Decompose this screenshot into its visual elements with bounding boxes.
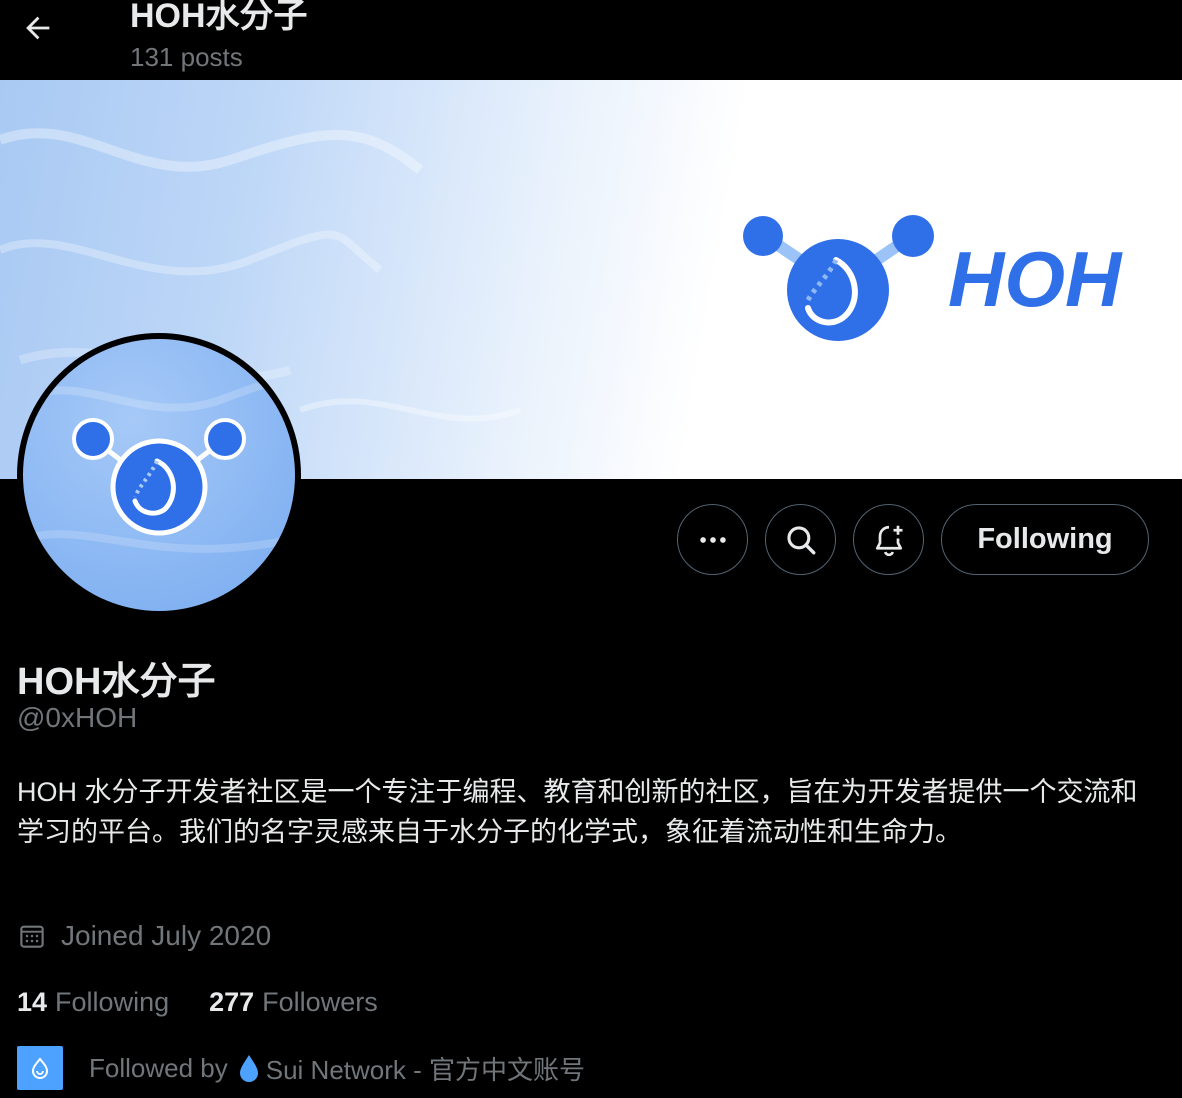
arrow-left-icon	[26, 16, 50, 40]
bell-plus-icon	[875, 525, 902, 556]
water-drop-icon	[238, 1053, 260, 1083]
followed-by[interactable]: Followed by Sui Network - 官方中文账号	[17, 1046, 585, 1090]
following-count-link[interactable]: 14 Following	[17, 987, 169, 1018]
joined-text: Joined July 2020	[61, 920, 272, 951]
more-button[interactable]	[677, 504, 748, 575]
followers-count-link[interactable]: 277 Followers	[209, 987, 378, 1018]
followers-count: 277	[209, 986, 255, 1017]
joined-date: Joined July 2020	[17, 916, 271, 956]
banner-logo-text: HOH	[948, 235, 1123, 323]
following-label: Following	[55, 986, 170, 1017]
following-count: 14	[17, 986, 48, 1017]
profile-avatar[interactable]	[17, 333, 301, 617]
top-bar: HOH水分子 131 posts	[0, 0, 1182, 80]
followed-by-prefix: Followed by	[89, 1052, 228, 1083]
following-button[interactable]: Following	[941, 504, 1149, 575]
page-title: HOH水分子	[130, 0, 308, 35]
more-dots-icon	[699, 536, 726, 543]
notifications-button[interactable]	[853, 504, 924, 575]
search-button[interactable]	[765, 504, 836, 575]
calendar-icon	[17, 921, 47, 951]
user-handle: @0xHOH	[17, 702, 138, 733]
followed-by-name: Sui Network - 官方中文账号	[265, 1054, 585, 1085]
avatar-image	[23, 339, 295, 611]
display-name: HOH水分子	[17, 661, 216, 703]
profile-bio: HOH 水分子开发者社区是一个专注于编程、教育和创新的社区，旨在为开发者提供一个…	[17, 777, 1138, 847]
molecule-logo-icon	[23, 376, 295, 553]
sui-logo-icon	[31, 1057, 49, 1079]
banner-logo	[743, 215, 934, 341]
followers-label: Followers	[262, 986, 378, 1017]
follow-stats: 14 Following 277 Followers	[17, 982, 378, 1022]
posts-count: 131 posts	[130, 42, 243, 72]
back-button[interactable]	[14, 8, 62, 48]
follower-avatar	[17, 1046, 63, 1090]
search-icon	[786, 525, 815, 554]
